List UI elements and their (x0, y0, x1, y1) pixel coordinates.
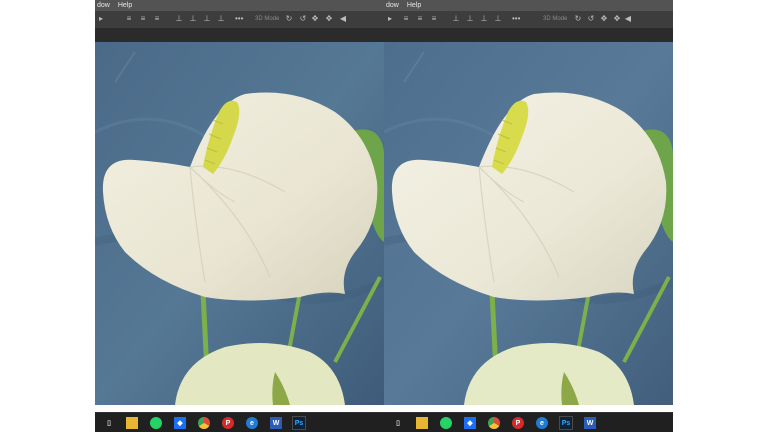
windows-taskbar: ▯ ◆ P e W Ps (95, 412, 384, 432)
more-options-icon[interactable]: ••• (512, 15, 520, 23)
menu-item-window[interactable]: dow (386, 2, 399, 9)
align-left-icon[interactable]: ≡ (125, 15, 133, 23)
3d-slide-icon[interactable]: ✥ (613, 15, 621, 23)
photoshop-icon[interactable]: Ps (559, 416, 573, 430)
3d-mode-label: 3D Mode (255, 16, 280, 22)
3d-pan-icon[interactable]: ✥ (600, 15, 608, 23)
align-left-icon[interactable]: ≡ (402, 15, 410, 23)
align-middle-icon[interactable]: ⊥ (189, 15, 197, 23)
file-explorer-icon[interactable] (126, 417, 138, 429)
whatsapp-icon[interactable] (440, 417, 452, 429)
3d-pan-icon[interactable]: ✥ (311, 15, 319, 23)
align-top-icon[interactable]: ⊥ (452, 15, 460, 23)
3d-mode-label: 3D Mode (543, 16, 568, 22)
pinterest-icon[interactable]: P (512, 417, 524, 429)
3d-roll-icon[interactable]: ↺ (299, 15, 307, 23)
align-middle-icon[interactable]: ⊥ (466, 15, 474, 23)
task-view-icon[interactable]: ▯ (392, 417, 404, 429)
anthurium-photo (384, 42, 673, 405)
menu-item-help[interactable]: Help (407, 2, 421, 9)
photoshop-window-left: dow Help ▸ ≡ ≡ ≡ ⊥ ⊥ ⊥ ⊥ ••• 3D Mode ↻ ↺ … (95, 0, 384, 432)
menu-item-help[interactable]: Help (118, 2, 132, 9)
move-tool-icon[interactable]: ▸ (97, 15, 105, 23)
align-center-icon[interactable]: ≡ (416, 15, 424, 23)
photoshop-icon[interactable]: Ps (292, 416, 306, 430)
word-icon[interactable]: W (270, 417, 282, 429)
photoshop-window-right: dow Help ▸ ≡ ≡ ≡ ⊥ ⊥ ⊥ ⊥ ••• 3D Mode ↻ ↺ … (384, 0, 673, 432)
3d-scale-icon[interactable]: ◀ (624, 15, 632, 23)
move-tool-icon[interactable]: ▸ (386, 15, 394, 23)
options-bar: ▸ ≡ ≡ ≡ ⊥ ⊥ ⊥ ⊥ ••• 3D Mode ↻ ↺ ✥ ✥ ◀ (384, 11, 673, 29)
align-center-icon[interactable]: ≡ (139, 15, 147, 23)
dropbox-icon[interactable]: ◆ (464, 417, 476, 429)
edge-icon[interactable]: e (246, 417, 258, 429)
task-view-icon[interactable]: ▯ (103, 417, 115, 429)
word-icon[interactable]: W (584, 417, 596, 429)
menu-bar: dow Help (384, 0, 673, 11)
distribute-icon[interactable]: ⊥ (217, 15, 225, 23)
file-explorer-icon[interactable] (416, 417, 428, 429)
more-options-icon[interactable]: ••• (235, 15, 243, 23)
edge-icon[interactable]: e (536, 417, 548, 429)
align-right-icon[interactable]: ≡ (153, 15, 161, 23)
windows-taskbar: ▯ ◆ P e Ps W (384, 412, 673, 432)
distribute-icon[interactable]: ⊥ (494, 15, 502, 23)
whatsapp-icon[interactable] (150, 417, 162, 429)
3d-rotate-icon[interactable]: ↻ (285, 15, 293, 23)
3d-rotate-icon[interactable]: ↻ (574, 15, 582, 23)
options-bar: ▸ ≡ ≡ ≡ ⊥ ⊥ ⊥ ⊥ ••• 3D Mode ↻ ↺ ✥ ✥ ◀ (95, 11, 384, 29)
align-right-icon[interactable]: ≡ (430, 15, 438, 23)
align-bottom-icon[interactable]: ⊥ (480, 15, 488, 23)
anthurium-photo (95, 42, 384, 405)
dropbox-icon[interactable]: ◆ (174, 417, 186, 429)
menu-bar: dow Help (95, 0, 384, 11)
pinterest-icon[interactable]: P (222, 417, 234, 429)
document-tab-area (95, 28, 384, 42)
3d-scale-icon[interactable]: ◀ (339, 15, 347, 23)
align-bottom-icon[interactable]: ⊥ (203, 15, 211, 23)
menu-item-window[interactable]: dow (97, 2, 110, 9)
chrome-icon[interactable] (488, 417, 500, 429)
3d-roll-icon[interactable]: ↺ (587, 15, 595, 23)
align-top-icon[interactable]: ⊥ (175, 15, 183, 23)
document-tab-area (384, 28, 673, 42)
chrome-icon[interactable] (198, 417, 210, 429)
3d-slide-icon[interactable]: ✥ (325, 15, 333, 23)
